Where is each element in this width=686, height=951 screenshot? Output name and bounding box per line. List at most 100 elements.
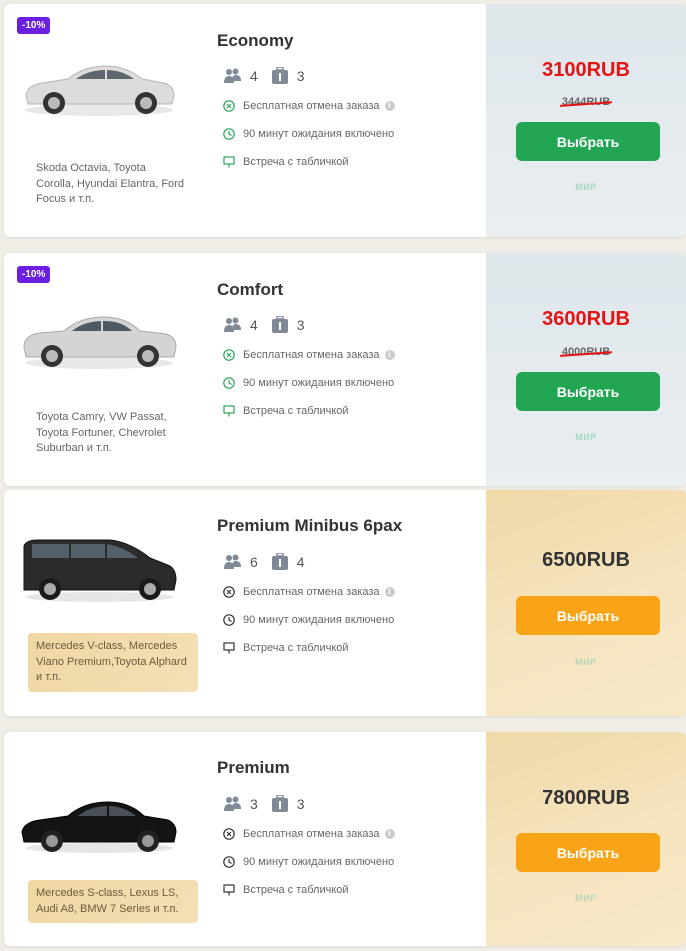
luggage-icon — [271, 316, 288, 333]
car-models: Mercedes V-class, Mercedes Viano Premium… — [28, 633, 198, 692]
select-button[interactable]: Выбрать — [516, 833, 660, 872]
current-price: 3600RUB — [542, 308, 630, 330]
cancel-circle-icon — [223, 828, 235, 840]
clock-icon — [223, 128, 235, 140]
info-icon[interactable]: i — [384, 101, 395, 111]
current-price: 6500RUB — [542, 549, 630, 571]
select-button[interactable]: Выбрать — [516, 596, 660, 635]
passengers-capacity: 4 — [224, 68, 258, 84]
current-price: 7800RUB — [542, 787, 630, 809]
passengers-icon — [224, 68, 241, 83]
class-name: Economy — [217, 31, 294, 50]
luggage-capacity: 3 — [271, 67, 305, 84]
car-models: Skoda Octavia, Toyota Corolla, Hyundai E… — [36, 162, 184, 205]
feature-label: 90 минут ожидания включено — [243, 128, 395, 140]
car-sedan-image — [21, 801, 177, 853]
luggage-capacity: 3 — [271, 316, 305, 333]
passengers-count: 3 — [250, 795, 258, 812]
car-models: Toyota Camry, VW Passat, Toyota Fortuner… — [36, 411, 167, 454]
cancel-circle-icon — [223, 100, 235, 112]
capacity-row: 4 3 — [224, 67, 319, 84]
feature-label: 90 минут ожидания включено — [243, 377, 395, 389]
price-panel — [486, 4, 686, 237]
feature-waiting-time: 90 минут ожидания включено — [223, 614, 394, 626]
feature-label: Встреча с табличкой — [243, 884, 349, 896]
mir-payment-logo: МИР — [575, 432, 597, 442]
passengers-count: 4 — [250, 316, 258, 333]
feature-free-cancellation: Бесплатная отмена заказа i — [223, 828, 395, 840]
feature-label: Бесплатная отмена заказа — [243, 586, 380, 598]
passengers-count: 6 — [250, 553, 258, 570]
feature-meeting-sign: Встреча с табличкой — [223, 156, 349, 168]
passengers-capacity: 4 — [224, 317, 258, 333]
luggage-count: 3 — [296, 67, 305, 84]
capacity-row: 6 4 — [224, 553, 319, 570]
info-icon[interactable]: i — [384, 829, 395, 839]
feature-free-cancellation: Бесплатная отмена заказа i — [223, 349, 395, 361]
capacity-row: 3 3 — [224, 795, 319, 812]
car-sedan-image — [23, 316, 177, 369]
class-name: Premium — [217, 758, 290, 777]
feature-label: Бесплатная отмена заказа — [243, 349, 380, 361]
passengers-icon — [224, 554, 241, 569]
passengers-capacity: 3 — [224, 796, 258, 812]
mir-payment-logo: МИР — [575, 893, 597, 903]
feature-free-cancellation: Бесплатная отмена заказа i — [223, 100, 395, 112]
discount-badge: -10% — [17, 17, 51, 34]
feature-waiting-time: 90 минут ожидания включено — [223, 128, 394, 140]
price-panel — [486, 253, 686, 486]
clock-icon — [223, 377, 235, 389]
luggage-icon — [271, 553, 288, 570]
feature-label: Бесплатная отмена заказа — [243, 100, 380, 112]
luggage-count: 3 — [296, 795, 305, 812]
luggage-count: 4 — [296, 553, 305, 570]
mir-payment-logo: МИР — [575, 182, 597, 192]
feature-free-cancellation: Бесплатная отмена заказа i — [223, 586, 395, 598]
clock-icon — [223, 614, 235, 626]
select-button[interactable]: Выбрать — [516, 372, 660, 411]
class-name: Comfort — [217, 280, 284, 299]
feature-meeting-sign: Встреча с табличкой — [223, 642, 349, 654]
info-icon[interactable]: i — [384, 587, 395, 597]
sign-board-icon — [223, 156, 235, 168]
info-icon[interactable]: i — [384, 350, 395, 360]
luggage-count: 3 — [296, 316, 305, 333]
passengers-capacity: 6 — [224, 554, 258, 570]
tariff-card-economy: -10% Skoda Octavia, Toyota Corolla, Hyun… — [4, 4, 686, 237]
feature-label: 90 минут ожидания включено — [243, 614, 395, 626]
feature-label: Встреча с табличкой — [243, 642, 349, 654]
sign-board-icon — [223, 405, 235, 417]
car-models: Mercedes S-class, Lexus LS, Audi A8, BMW… — [28, 880, 198, 923]
mir-payment-logo: МИР — [575, 657, 597, 667]
luggage-capacity: 3 — [271, 795, 305, 812]
passengers-icon — [224, 317, 241, 332]
select-button[interactable]: Выбрать — [516, 122, 660, 161]
feature-label: 90 минут ожидания включено — [243, 856, 395, 868]
feature-meeting-sign: Встреча с табличкой — [223, 884, 349, 896]
discount-badge: -10% — [17, 266, 51, 283]
old-price-value: 3444RUB — [561, 96, 611, 108]
feature-meeting-sign: Встреча с табличкой — [223, 405, 349, 417]
luggage-capacity: 4 — [271, 553, 305, 570]
car-minivan-image — [23, 539, 177, 602]
class-name: Premium Minibus 6pax — [217, 516, 403, 535]
tariff-card-premium-minibus: Mercedes V-class, Mercedes Viano Premium… — [4, 490, 686, 716]
feature-label: Бесплатная отмена заказа — [243, 828, 380, 840]
old-price: 3444RUB — [486, 96, 686, 108]
sign-board-icon — [223, 884, 235, 896]
feature-label: Встреча с табличкой — [243, 156, 349, 168]
clock-icon — [223, 856, 235, 868]
feature-label: Встреча с табличкой — [243, 405, 349, 417]
passengers-count: 4 — [250, 67, 258, 84]
cancel-circle-icon — [223, 349, 235, 361]
old-price-value: 4000RUB — [561, 346, 611, 358]
capacity-row: 4 3 — [224, 316, 319, 333]
cancel-circle-icon — [223, 586, 235, 598]
passengers-icon — [224, 796, 241, 811]
tariff-card-premium: Mercedes S-class, Lexus LS, Audi A8, BMW… — [4, 732, 686, 946]
car-sedan-image — [25, 65, 175, 116]
luggage-icon — [271, 67, 288, 84]
feature-waiting-time: 90 минут ожидания включено — [223, 377, 394, 389]
old-price: 4000RUB — [486, 346, 686, 358]
luggage-icon — [271, 795, 288, 812]
